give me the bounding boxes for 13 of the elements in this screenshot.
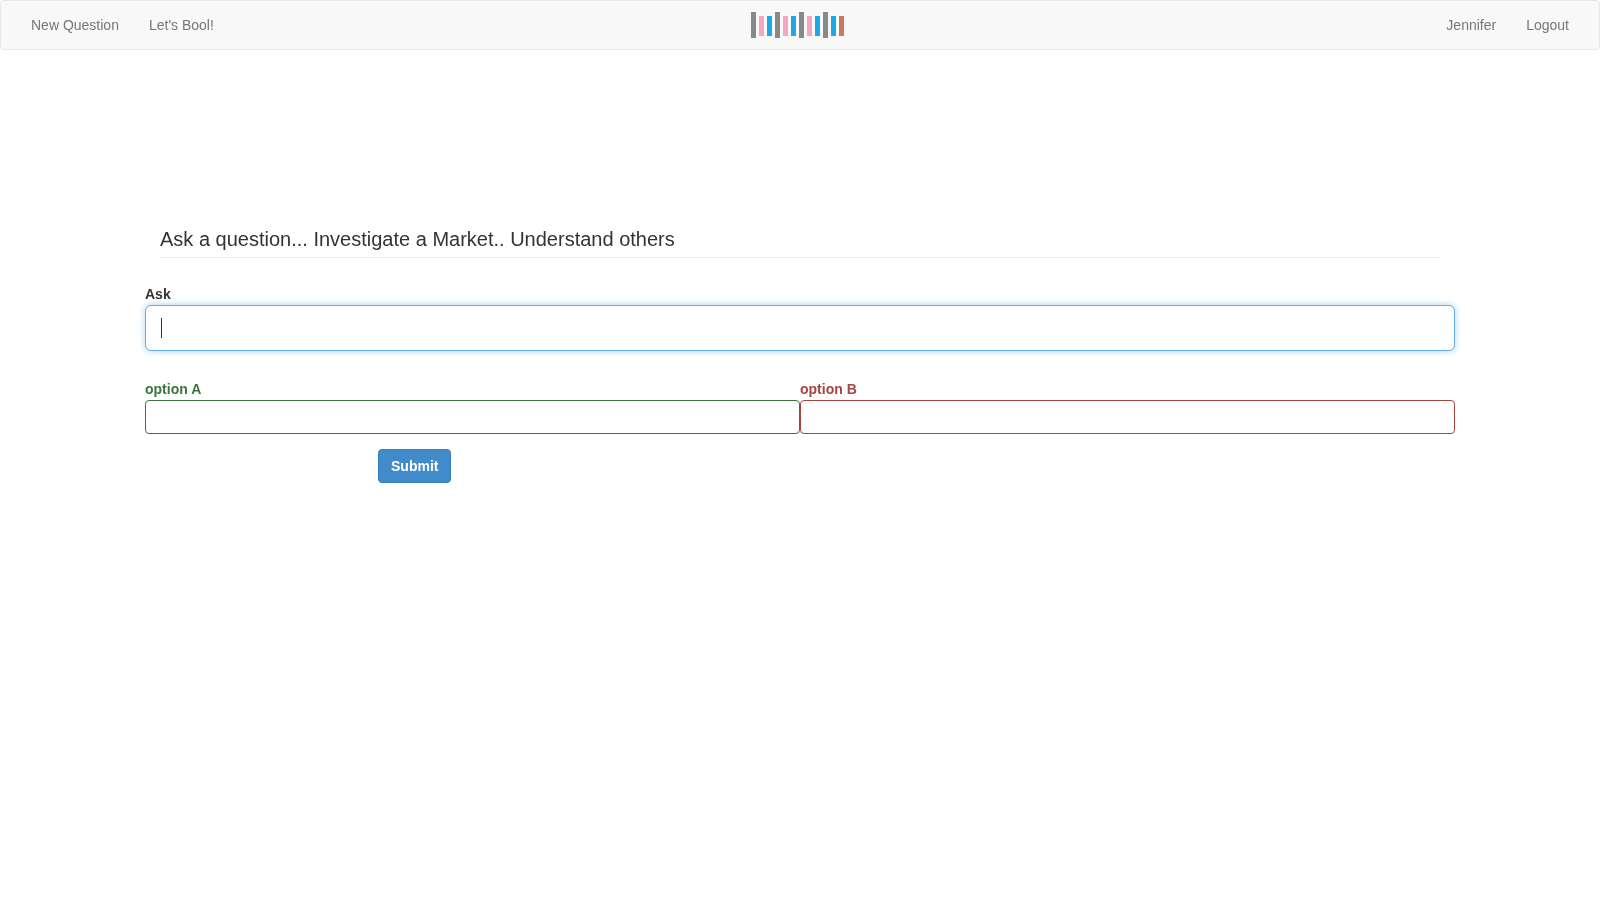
option-input-field[interactable]	[800, 400, 1455, 434]
page-heading: Ask a question... Investigate a Market.. Understand others	[160, 228, 1440, 258]
nav-link[interactable]: New Question	[16, 17, 134, 33]
nav-link[interactable]: Jennifer	[1431, 17, 1512, 33]
option-label: option A	[145, 381, 203, 397]
nav-link[interactable]: Logout	[1511, 17, 1584, 33]
ask-input-field[interactable]	[145, 305, 1455, 351]
ask-label: Ask	[145, 286, 172, 302]
nav-link[interactable]: Let's Bool!	[133, 17, 229, 33]
submit-button[interactable]: Submit	[378, 449, 452, 483]
option-input-field[interactable]	[145, 400, 800, 434]
text-cursor	[161, 318, 162, 338]
option-label: option B	[800, 381, 858, 397]
